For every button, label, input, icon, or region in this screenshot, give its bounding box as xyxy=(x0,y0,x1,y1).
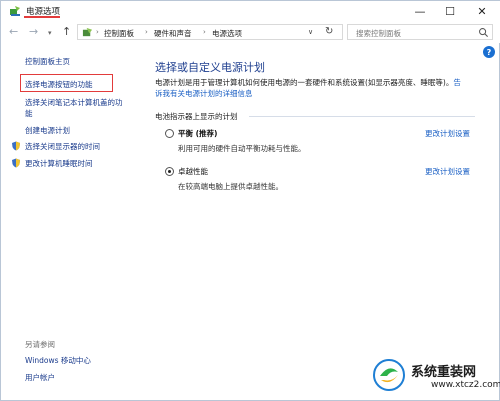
breadcrumb-chevron-icon: › xyxy=(203,28,206,36)
breadcrumb-chevron-icon: › xyxy=(145,28,148,36)
recent-locations-chevron-icon[interactable]: ▾ xyxy=(48,28,52,39)
page-title: 选择或自定义电源计划 xyxy=(155,61,265,74)
help-icon[interactable]: ? xyxy=(483,46,495,58)
sidebar-item-lid-close-cont[interactable]: 能 xyxy=(25,108,33,119)
breadcrumb-hardware-sound[interactable]: 硬件和声音 xyxy=(154,28,192,39)
power-options-icon xyxy=(10,6,20,16)
breadcrumb-power-options[interactable]: 电源选项 xyxy=(212,28,242,39)
learn-more-link[interactable]: 告 xyxy=(453,78,461,87)
search-placeholder: 搜索控制面板 xyxy=(356,29,401,38)
plan-ultimate-change-link[interactable]: 更改计划设置 xyxy=(425,166,470,177)
title-red-underline xyxy=(24,16,60,18)
close-button[interactable]: ✕ xyxy=(467,1,497,21)
plan-ultimate-radio[interactable] xyxy=(165,167,174,176)
description-text: 电源计划是用于管理计算机如何使用电源的一套硬件和系统设置(如显示器亮度、睡眠等)… xyxy=(155,78,454,87)
site-watermark: 系统重装网 www.xtcz2.com xyxy=(371,357,500,401)
mobility-center-link[interactable]: Windows 移动中心 xyxy=(25,355,91,366)
forward-arrow-icon[interactable]: → xyxy=(29,26,38,37)
sidebar-item-display-off[interactable]: 选择关闭显示器的时间 xyxy=(25,141,100,152)
user-accounts-link[interactable]: 用户帐户 xyxy=(25,372,55,383)
sidebar-home-link[interactable]: 控制面板主页 xyxy=(25,56,70,67)
watermark-url: www.xtcz2.com xyxy=(431,380,500,390)
plan-ultimate-name[interactable]: 卓越性能 xyxy=(178,166,208,177)
breadcrumb-chevron-icon: › xyxy=(96,28,99,36)
watermark-title: 系统重装网 xyxy=(411,365,477,380)
plan-balanced-name[interactable]: 平衡 (推荐) xyxy=(178,128,217,139)
section-divider xyxy=(249,116,475,117)
shield-icon xyxy=(12,141,20,151)
address-bar: ← → ▾ ↑ › 控制面板 › 硬件和声音 › 电源选项 ∨ ↻ 搜索控制面板 xyxy=(1,21,500,43)
battery-plans-heading: 电池指示器上显示的计划 xyxy=(155,112,238,121)
plan-ultimate-description: 在较高端电脑上提供卓越性能。 xyxy=(178,182,283,191)
power-options-window: 电源选项 — ☐ ✕ ← → ▾ ↑ › 控制面板 › 硬件和声音 › 电源选项… xyxy=(0,0,500,401)
control-panel-icon xyxy=(82,27,93,37)
page-description: 电源计划是用于管理计算机如何使用电源的一套硬件和系统设置(如显示器亮度、睡眠等)… xyxy=(155,77,485,99)
watermark-logo-icon xyxy=(373,359,405,391)
sidebar-item-power-button[interactable]: 选择电源按钮的功能 xyxy=(25,79,93,90)
search-icon[interactable] xyxy=(478,27,489,38)
see-also-heading: 另请参阅 xyxy=(25,340,55,349)
refresh-icon[interactable]: ↻ xyxy=(325,26,333,37)
shield-icon xyxy=(12,158,20,168)
plan-balanced-change-link[interactable]: 更改计划设置 xyxy=(425,128,470,139)
maximize-button[interactable]: ☐ xyxy=(435,1,465,21)
plan-balanced-radio[interactable] xyxy=(165,129,174,138)
search-input[interactable]: 搜索控制面板 xyxy=(347,24,493,40)
minimize-button[interactable]: — xyxy=(405,1,435,21)
address-field[interactable]: › 控制面板 › 硬件和声音 › 电源选项 ∨ ↻ xyxy=(77,24,343,40)
learn-more-link-cont[interactable]: 诉我有关电源计划的详细信息 xyxy=(155,89,253,98)
up-arrow-icon[interactable]: ↑ xyxy=(62,26,71,37)
plan-balanced-description: 利用可用的硬件自动平衡功耗与性能。 xyxy=(178,144,306,153)
radio-selected-dot xyxy=(168,170,171,173)
title-bar: 电源选项 — ☐ ✕ xyxy=(1,1,500,21)
sidebar-item-create-plan[interactable]: 创建电源计划 xyxy=(25,125,70,136)
address-dropdown-chevron-icon[interactable]: ∨ xyxy=(308,28,313,36)
back-arrow-icon[interactable]: ← xyxy=(9,26,18,37)
breadcrumb-control-panel[interactable]: 控制面板 xyxy=(104,28,134,39)
sidebar-item-lid-close[interactable]: 选择关闭笔记本计算机盖的功 xyxy=(25,97,123,108)
sidebar-item-sleep-time[interactable]: 更改计算机睡眠时间 xyxy=(25,158,93,169)
